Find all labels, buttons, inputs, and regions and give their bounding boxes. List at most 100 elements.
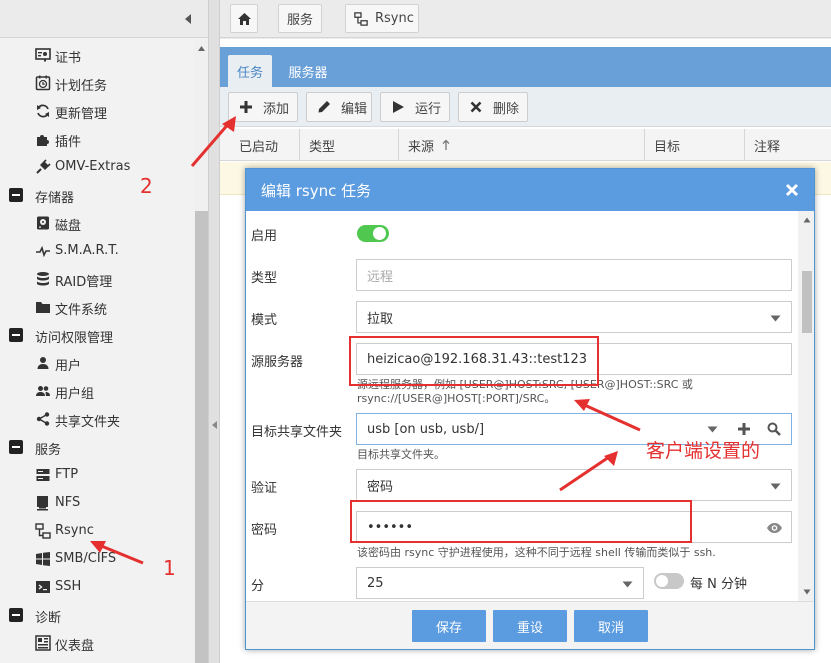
eye-icon[interactable] [766,521,783,535]
refresh-icon [35,103,51,119]
sidebar-item-shared-folders[interactable]: 共享文件夹 [0,405,194,433]
tab-servers[interactable]: 服务器 [278,55,338,87]
sidebar-item-smart[interactable]: S.M.A.R.T. [0,237,194,265]
sidebar-item-ftp[interactable]: FTP [0,461,194,489]
plus-icon[interactable] [737,422,751,436]
scroll-up-arrow-icon[interactable] [197,45,206,52]
mode-select[interactable]: 拉取 [356,301,792,333]
sidebar-scrollbar-thumb[interactable] [195,211,208,663]
sidebar-item-smb-cifs[interactable]: SMB/CIFS [0,545,194,573]
breadcrumb-home[interactable] [230,4,258,33]
source-server-input[interactable]: heizicao@192.168.31.43::test123 [356,343,792,375]
home-icon [237,12,252,26]
terminal-icon [35,579,51,595]
column-header-comment[interactable]: 注释 [745,129,831,161]
column-header-type[interactable]: 类型 [300,129,399,161]
sidebar-group-storage[interactable]: 存储器 [0,181,194,209]
breadcrumb-rsync[interactable]: Rsync [345,4,419,33]
collapse-arrow-icon[interactable] [211,420,218,430]
add-button[interactable]: 添加 [228,92,298,122]
source-server-hint: 源远程服务器，例如 [USER@]HOST:SRC, [USER@]HOST::… [357,378,693,406]
sidebar-item-ssh[interactable]: SSH [0,573,194,601]
sidebar-item-plugins[interactable]: 插件 [0,125,194,153]
dialog-scrollbar[interactable] [798,211,814,601]
network-icon [354,11,368,26]
edit-button[interactable]: 编辑 [306,92,372,122]
sidebar-item-rsync[interactable]: Rsync [0,517,194,545]
password-input[interactable]: •••••• [356,511,792,543]
dialog-scrollbar-thumb[interactable] [802,271,812,333]
sidebar-group-diagnostics[interactable]: 诊断 [0,601,194,629]
chevron-down-icon[interactable] [622,581,633,588]
chevron-down-icon[interactable] [770,315,781,322]
source-hint-line-1: 源远程服务器，例如 [USER@]HOST:SRC, [USER@]HOST::… [357,378,693,391]
heartbeat-icon [35,243,51,259]
dialog-title: 编辑 rsync 任务 [261,182,372,200]
chevron-down-icon[interactable] [707,426,721,440]
network-icon [35,523,51,539]
delete-button[interactable]: 删除 [458,92,528,122]
mode-value: 拉取 [367,311,394,327]
column-header-enabled[interactable]: 已启动 [230,129,300,161]
column-header-source-label: 来源 [408,139,435,155]
sidebar-item-label: 磁盘 [55,219,82,234]
target-folder-value: usb [on usb, usb/] [367,421,485,437]
edit-button-label: 编辑 [341,101,368,117]
minute-label: 分 [251,579,265,594]
sort-ascending-icon [442,139,450,151]
enabled-toggle[interactable] [357,225,389,242]
sidebar-group-access-rights[interactable]: 访问权限管理 [0,321,194,349]
puzzle-icon [35,131,51,147]
target-folder-hint: 目标共享文件夹。 [357,448,445,461]
grid-header: 已启动 类型 来源 目标 注释 [220,129,831,161]
sidebar-item-label: RAID管理 [55,275,113,290]
sidebar-header [0,0,208,38]
tab-tasks[interactable]: 任务 [228,55,272,87]
column-header-source[interactable]: 来源 [399,129,645,161]
sidebar-scrollbar[interactable] [194,41,208,663]
close-icon[interactable] [784,182,800,198]
auth-select[interactable]: 密码 [356,469,792,501]
password-hint: 该密码由 rsync 守护进程使用，这种不同于远程 shell 传输而类似于 s… [357,546,716,559]
pencil-icon [317,100,331,114]
search-icon[interactable] [767,422,781,436]
reset-button[interactable]: 重设 [493,610,567,642]
target-folder-select[interactable]: usb [on usb, usb/] [356,413,792,445]
sidebar-item-scheduled-tasks[interactable]: 计划任务 [0,69,194,97]
sidebar-group-services[interactable]: 服务 [0,433,194,461]
sidebar-item-raid[interactable]: RAID管理 [0,265,194,293]
sidebar-item-filesystems[interactable]: 文件系统 [0,293,194,321]
sidebar-item-update-management[interactable]: 更新管理 [0,97,194,125]
column-header-target[interactable]: 目标 [645,129,745,161]
sidebar-group-label: 存储器 [35,191,75,206]
sidebar-item-nfs[interactable]: NFS [0,489,194,517]
cancel-button[interactable]: 取消 [574,610,648,642]
save-button[interactable]: 保存 [412,610,486,642]
sidebar-item-label: 用户 [55,359,82,374]
folder-icon [35,299,51,315]
minute-select[interactable]: 25 [356,567,644,599]
sidebar-item-omv-extras[interactable]: OMV-Extras [0,153,194,181]
dialog-body: 启用 类型 远程 模式 拉取 源服务器 heizicao@192.168.31.… [246,211,798,601]
sidebar-item-certificates[interactable]: 证书 [0,41,194,69]
hard-disk-icon [35,215,51,231]
every-n-minutes-toggle[interactable] [654,573,684,589]
type-label: 类型 [251,271,278,286]
scroll-up-arrow-icon[interactable] [803,217,811,223]
sidebar-item-label: NFS [55,495,81,510]
sidebar-item-label: 共享文件夹 [55,415,121,430]
collapse-sidebar-icon[interactable] [182,11,194,27]
sidebar-group-label: 访问权限管理 [35,331,114,346]
sidebar-item-disks[interactable]: 磁盘 [0,209,194,237]
sidebar-item-dashboard[interactable]: 仪表盘 [0,629,194,657]
sidebar-item-users[interactable]: 用户 [0,349,194,377]
sidebar-item-label: FTP [55,467,79,482]
auth-value: 密码 [367,479,394,495]
edit-rsync-task-dialog: 编辑 rsync 任务 启用 类型 远程 模式 拉取 源服务器 heizicao… [245,168,815,650]
sidebar-splitter[interactable] [209,0,220,663]
run-button[interactable]: 运行 [380,92,450,122]
chevron-down-icon[interactable] [770,483,781,490]
sidebar-item-groups[interactable]: 用户组 [0,377,194,405]
breadcrumb-services[interactable]: 服务 [278,4,322,33]
scroll-down-arrow-icon[interactable] [803,589,811,595]
